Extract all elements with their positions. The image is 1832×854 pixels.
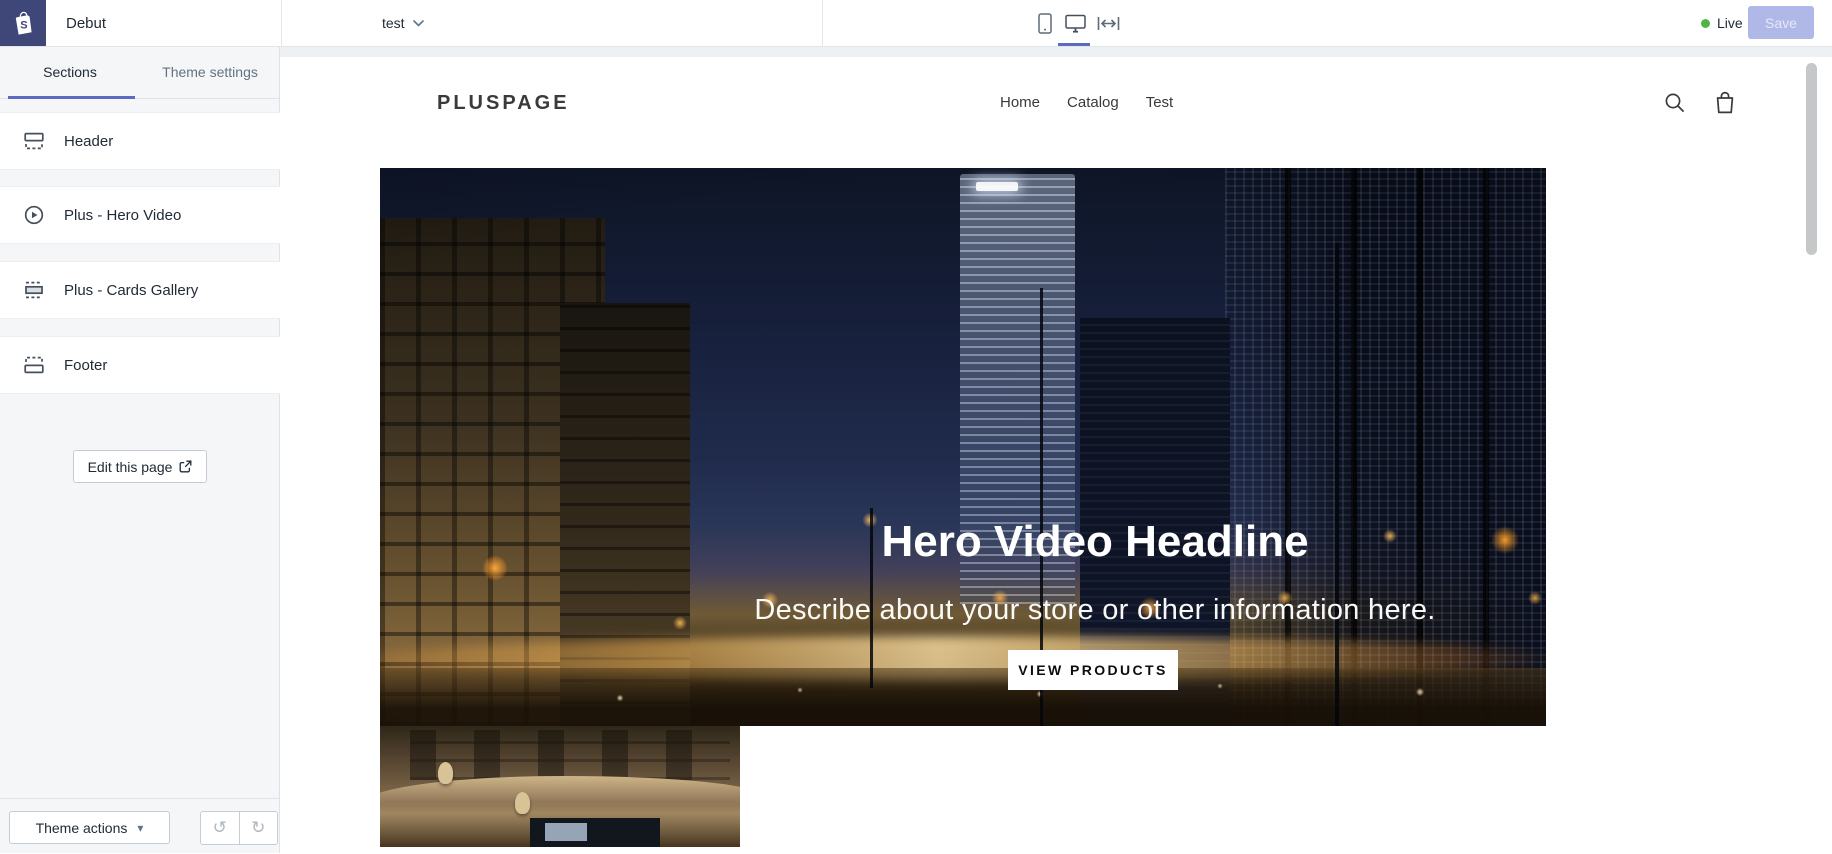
section-item-hero-video[interactable]: Plus - Hero Video (0, 186, 280, 244)
footer-section-icon (24, 355, 44, 375)
store-name: test (382, 15, 405, 31)
card-art-terrace (380, 776, 740, 806)
section-item-header[interactable]: Header (0, 112, 280, 170)
redo-button[interactable]: ↻ (239, 812, 278, 844)
undo-icon: ↺ (213, 818, 227, 838)
caret-down-icon: ▾ (137, 821, 143, 835)
hero-headline: Hero Video Headline (881, 517, 1308, 567)
cards-gallery-image (380, 726, 740, 847)
card-art-finial (438, 762, 453, 784)
history-controls: ↺ ↻ (200, 811, 278, 845)
view-products-button[interactable]: VIEW PRODUCTS (1008, 650, 1178, 690)
chevron-down-icon (413, 20, 424, 27)
phone-icon (1038, 13, 1052, 34)
scrollbar-thumb[interactable] (1806, 63, 1817, 255)
section-item-cards-gallery[interactable]: Plus - Cards Gallery (0, 261, 280, 319)
card-art-windows (410, 730, 730, 780)
edit-page-label: Edit this page (88, 459, 173, 475)
topbar-divider (281, 0, 282, 46)
sidebar-tabs: Sections Theme settings (0, 46, 280, 99)
shopify-logo-letter: S (20, 20, 27, 32)
fullwidth-preview-button[interactable] (1094, 0, 1122, 46)
mobile-preview-button[interactable] (1031, 0, 1059, 46)
site-logo[interactable]: PLUSPAGE (437, 92, 570, 115)
section-item-label: Plus - Hero Video (64, 207, 181, 224)
save-button[interactable]: Save (1748, 6, 1814, 39)
shopify-bag-icon: S (11, 10, 35, 36)
topbar-divider (822, 0, 823, 46)
sidebar-bottom-bar: Theme actions ▾ ↺ ↻ (0, 798, 280, 854)
active-device-indicator (1058, 43, 1090, 46)
live-status: Live (1701, 0, 1743, 46)
expand-width-icon (1097, 16, 1120, 31)
theme-actions-label: Theme actions (36, 820, 128, 836)
card-art-finial (515, 792, 530, 814)
desktop-preview-button[interactable] (1061, 0, 1089, 46)
search-icon[interactable] (1664, 92, 1686, 114)
section-item-label: Plus - Cards Gallery (64, 282, 198, 299)
nav-link-home[interactable]: Home (1000, 94, 1040, 111)
external-link-icon (179, 460, 192, 473)
card-art-storefront-window (545, 823, 587, 841)
nav-link-catalog[interactable]: Catalog (1067, 94, 1119, 111)
live-label: Live (1717, 15, 1743, 31)
video-play-icon (24, 205, 44, 225)
live-dot-icon (1701, 19, 1710, 28)
section-item-label: Header (64, 133, 113, 150)
section-item-label: Footer (64, 357, 107, 374)
header-section-icon (24, 131, 44, 151)
cart-bag-icon[interactable] (1714, 91, 1736, 115)
hero-video-section: Hero Video Headline Describe about your … (380, 168, 1546, 726)
hero-subtitle: Describe about your store or other infor… (754, 594, 1435, 627)
cards-gallery-icon (24, 280, 44, 300)
store-switcher[interactable]: test (382, 0, 424, 46)
undo-button[interactable]: ↺ (201, 812, 239, 844)
hero-art-vignette (380, 168, 1546, 726)
monitor-icon (1065, 14, 1086, 33)
tab-theme-settings[interactable]: Theme settings (140, 46, 280, 98)
tab-sections[interactable]: Sections (0, 46, 140, 98)
preview-pane: PLUSPAGE Home Catalog Test Hero Video He… (280, 46, 1832, 853)
sidebar: Sections Theme settings Header Plus - He… (0, 46, 280, 853)
site-nav: Home Catalog Test (1000, 94, 1173, 111)
shopify-logo-icon[interactable]: S (0, 0, 46, 46)
theme-actions-button[interactable]: Theme actions ▾ (9, 811, 170, 844)
nav-link-test[interactable]: Test (1146, 94, 1174, 111)
edit-page-button[interactable]: Edit this page (73, 450, 207, 483)
section-item-footer[interactable]: Footer (0, 336, 280, 394)
active-tab-indicator (8, 96, 135, 99)
redo-icon: ↻ (251, 818, 265, 838)
theme-name: Debut (66, 0, 106, 46)
topbar: S Debut test Live Save (0, 0, 1832, 47)
